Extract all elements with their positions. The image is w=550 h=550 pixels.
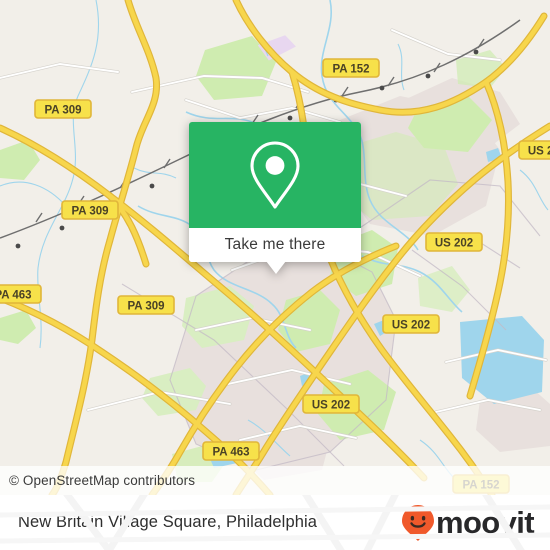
moovit-pin-icon — [401, 504, 434, 541]
attribution-text[interactable]: © OpenStreetMap contributors — [0, 473, 195, 488]
svg-text:PA 309: PA 309 — [44, 105, 81, 117]
shield-us-202-a: US 202 — [425, 232, 483, 252]
footer-bar: New Britain Village Square, Philadelphia… — [0, 495, 550, 550]
svg-text:US 202: US 202 — [528, 146, 550, 158]
map-canvas[interactable]: .park { fill:#cfecb0; } .park2 { fill:#d… — [0, 0, 550, 495]
svg-text:US 202: US 202 — [312, 400, 350, 412]
shield-pa-152-a: PA 152 — [322, 58, 380, 78]
svg-text:PA 463: PA 463 — [0, 290, 32, 302]
svg-text:US 202: US 202 — [435, 238, 473, 250]
map-attribution-bar: © OpenStreetMap contributors — [0, 466, 550, 495]
shield-pa-463-b: PA 463 — [202, 441, 260, 461]
svg-text:US 202: US 202 — [392, 320, 430, 332]
moovit-logo[interactable]: moovit — [401, 504, 550, 542]
shield-pa-309-c: PA 309 — [117, 295, 175, 315]
svg-text:PA 152: PA 152 — [332, 64, 369, 76]
moovit-map-screenshot: .park { fill:#cfecb0; } .park2 { fill:#d… — [0, 0, 550, 550]
shield-pa-309-b: PA 309 — [61, 200, 119, 220]
location-popup[interactable]: Take me there — [189, 122, 361, 274]
popup-card: Take me there — [189, 122, 361, 262]
map-pin-icon — [250, 141, 300, 209]
shield-pa-309-a: PA 309 — [34, 99, 92, 119]
popup-tail — [266, 261, 286, 274]
moovit-wordmark: moovit — [435, 505, 535, 540]
popup-header — [189, 122, 361, 228]
shield-us-202-right: US 202 — [518, 140, 550, 160]
svg-text:PA 309: PA 309 — [127, 301, 164, 313]
shield-us-202-b: US 202 — [382, 314, 440, 334]
svg-text:PA 309: PA 309 — [71, 206, 108, 218]
take-me-there-button[interactable]: Take me there — [225, 236, 326, 254]
shield-pa-463-a: PA 463 — [0, 284, 42, 304]
popup-footer[interactable]: Take me there — [189, 228, 361, 262]
svg-text:PA 463: PA 463 — [212, 447, 249, 459]
page-title: New Britain Village Square, Philadelphia — [18, 513, 318, 531]
shield-us-202-c: US 202 — [302, 394, 360, 414]
